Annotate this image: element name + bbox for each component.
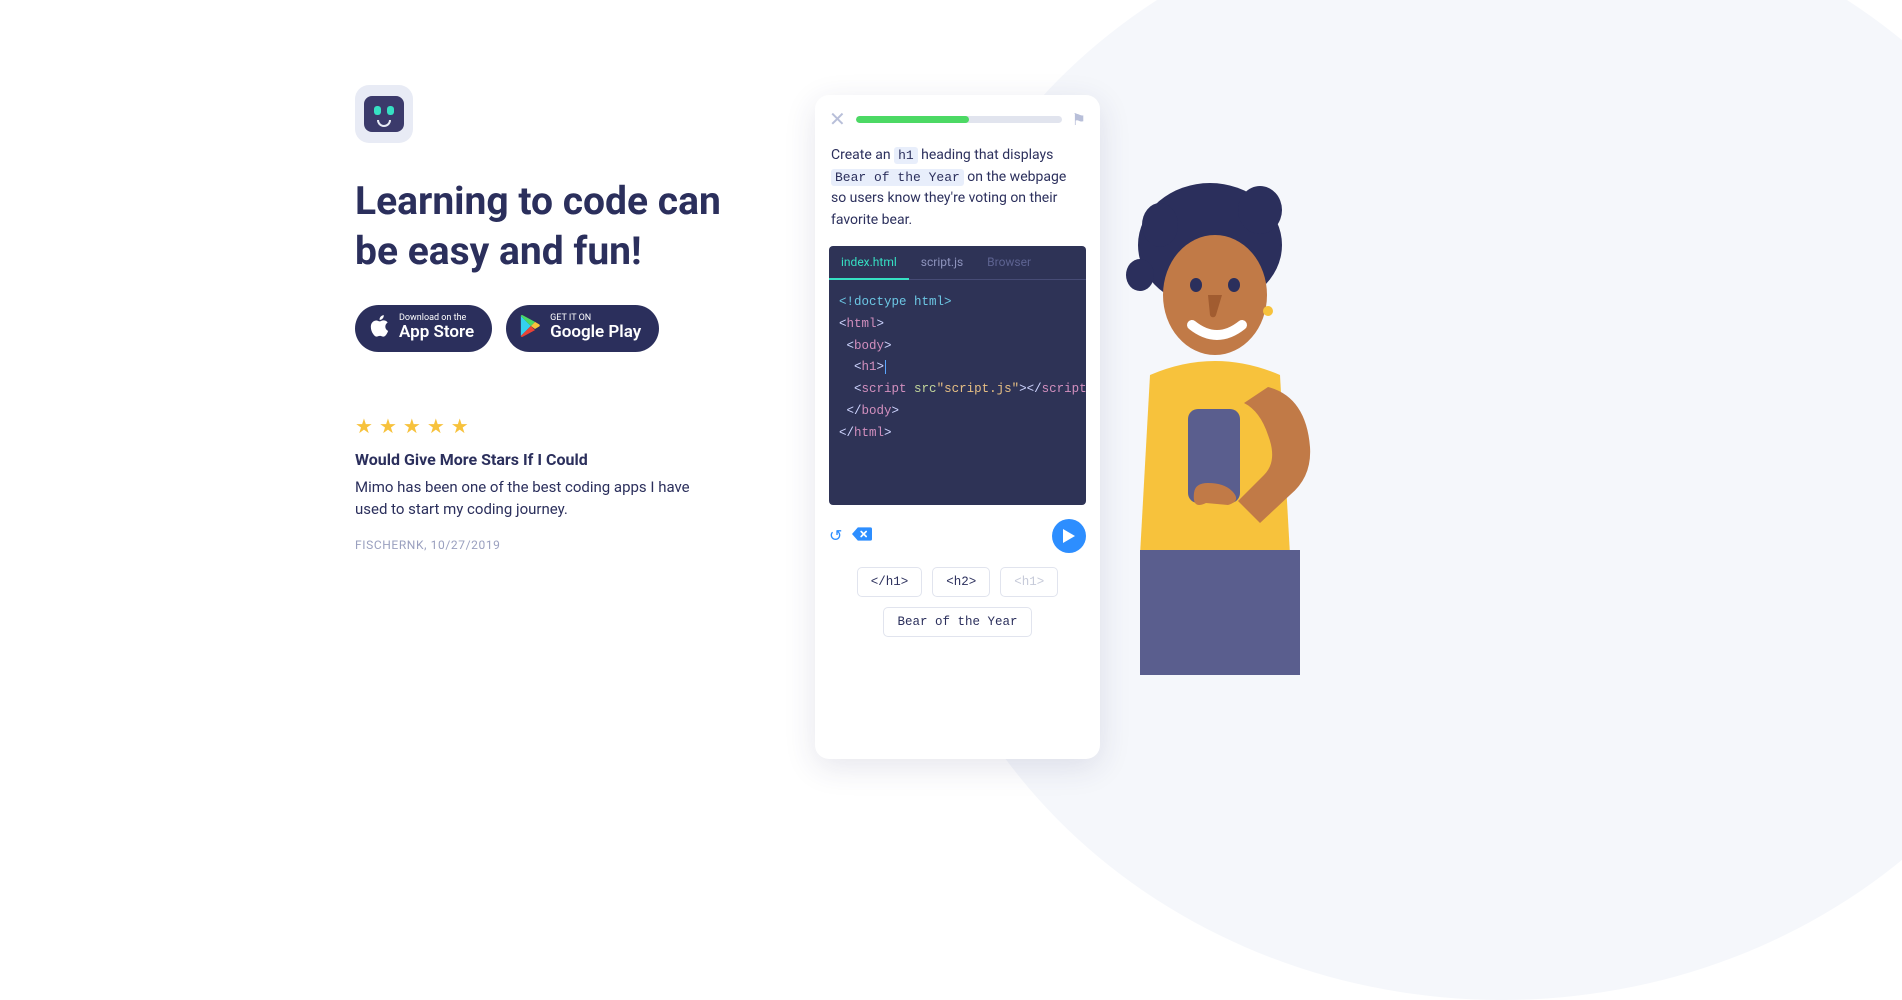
editor-actions: ↺ [829, 519, 1086, 553]
review-stars: ★ ★ ★ ★ ★ [355, 414, 735, 438]
google-play-label-big: Google Play [550, 323, 641, 342]
robot-face-icon [364, 96, 404, 132]
tab-browser[interactable]: Browser [975, 246, 1043, 279]
hero-right: ✕ ⚑ Create an h1 heading that displays B… [815, 85, 1340, 759]
google-play-icon [520, 315, 540, 341]
lesson-topbar: ✕ ⚑ [829, 109, 1086, 129]
token-h2[interactable]: <h2> [932, 567, 990, 597]
star-icon: ★ [379, 414, 397, 438]
lesson-prompt: Create an h1 heading that displays Bear … [829, 145, 1086, 232]
star-icon: ★ [403, 414, 421, 438]
person-illustration [1080, 155, 1340, 759]
store-buttons: Download on the App Store GET IT ON Goog… [355, 305, 735, 352]
app-store-label-big: App Store [399, 323, 474, 342]
hero-left: Learning to code can be easy and fun! Do… [355, 85, 735, 759]
review-title: Would Give More Stars If I Could [355, 450, 735, 469]
star-icon: ★ [355, 414, 373, 438]
undo-icon[interactable]: ↺ [829, 526, 842, 545]
code-content[interactable]: <!doctype html> <html> <body> <h1> <scri… [829, 280, 1086, 505]
progress-bar [856, 116, 1062, 123]
token-bear-of-the-year[interactable]: Bear of the Year [883, 607, 1031, 637]
editor-tabs: index.html script.js Browser [829, 246, 1086, 280]
phone-mockup: ✕ ⚑ Create an h1 heading that displays B… [815, 95, 1100, 759]
tab-index-html[interactable]: index.html [829, 246, 909, 280]
review-meta: FISCHERNK, 10/27/2019 [355, 538, 735, 552]
code-editor: index.html script.js Browser <!doctype h… [829, 246, 1086, 505]
flag-icon[interactable]: ⚑ [1072, 110, 1086, 129]
close-icon[interactable]: ✕ [829, 109, 846, 129]
token-close-h1[interactable]: </h1> [857, 567, 923, 597]
token-h1-used[interactable]: <h1> [1000, 567, 1058, 597]
tab-script-js[interactable]: script.js [909, 246, 975, 279]
star-icon: ★ [427, 414, 445, 438]
star-icon: ★ [451, 414, 469, 438]
google-play-button[interactable]: GET IT ON Google Play [506, 305, 659, 352]
backspace-icon[interactable] [852, 526, 872, 545]
apple-icon [369, 314, 389, 342]
review-body: Mimo has been one of the best coding app… [355, 477, 715, 521]
app-logo [355, 85, 413, 143]
progress-fill [856, 116, 969, 123]
app-store-button[interactable]: Download on the App Store [355, 305, 492, 352]
hero-container: Learning to code can be easy and fun! Do… [0, 0, 1902, 759]
answer-tokens: </h1> <h2> <h1> Bear of the Year [829, 567, 1086, 637]
hero-headline: Learning to code can be easy and fun! [355, 177, 735, 277]
